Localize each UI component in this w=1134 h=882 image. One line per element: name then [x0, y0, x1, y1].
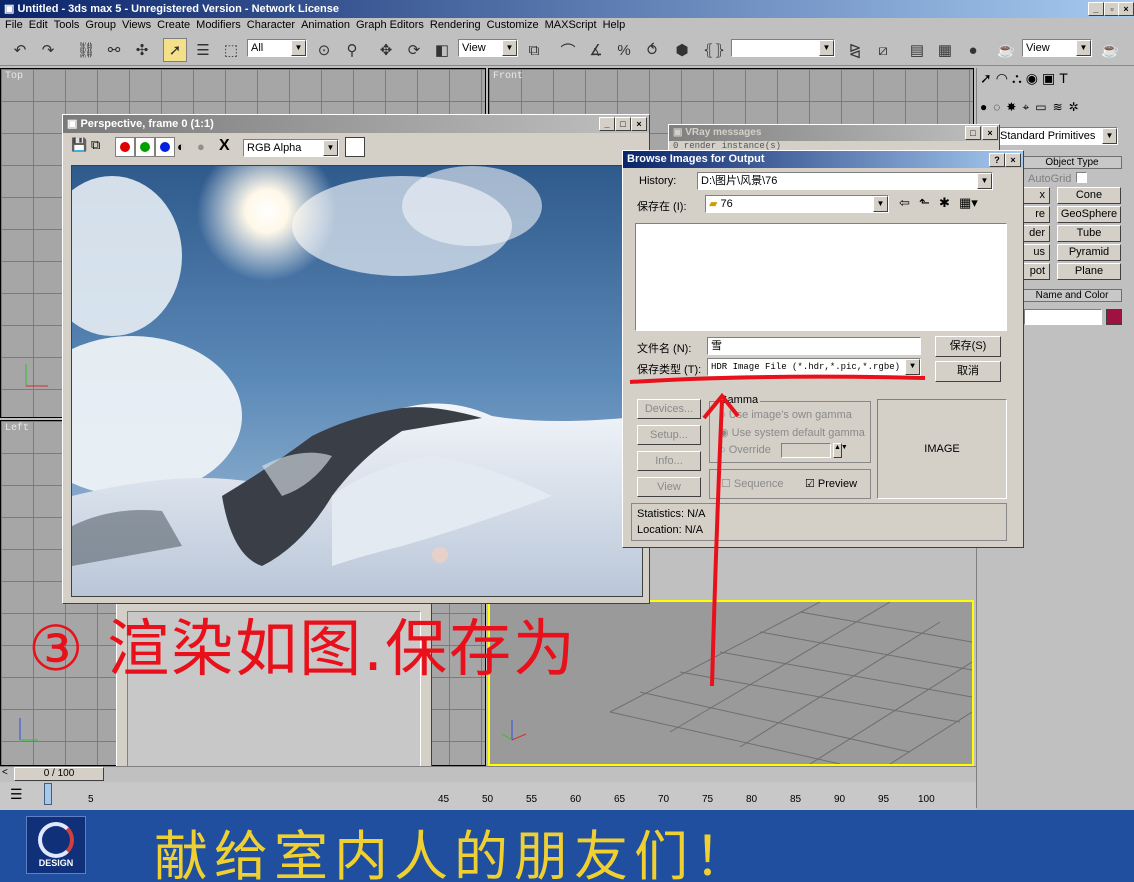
- red-annotations: [629, 374, 926, 687]
- banner-text: 献给室内人的朋友们！: [154, 825, 754, 882]
- logo-mark-icon: [38, 822, 74, 858]
- design-logo: DESIGN: [26, 816, 86, 874]
- step-annotation: ③ 渲染如图.保存为: [28, 612, 577, 685]
- logo-text: DESIGN: [38, 858, 74, 868]
